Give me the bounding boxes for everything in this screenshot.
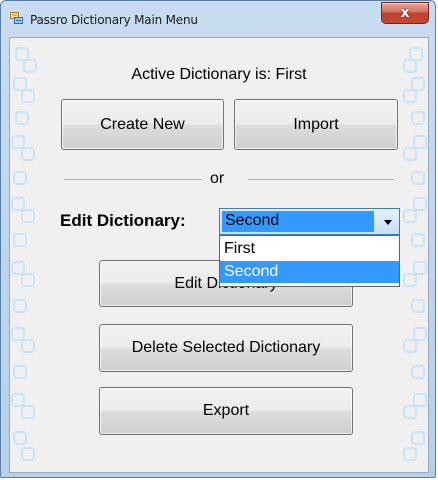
window-title: Passro Dictionary Main Menu [30,13,198,27]
chevron-down-icon[interactable] [384,220,392,225]
delete-selected-dictionary-button[interactable]: Delete Selected Dictionary [99,324,353,372]
active-dictionary-label: Active Dictionary is: First [131,66,307,83]
dictionary-select-value: Second [225,212,280,229]
dictionary-dropdown-list: First Second [219,235,400,287]
dropdown-option-first[interactable]: First [220,238,399,260]
create-new-button[interactable]: Create New [61,99,224,150]
main-menu-window: Passro Dictionary Main Menu x Active Dic… [0,0,436,478]
separator-right [248,179,394,180]
dictionary-select[interactable]: Second [219,208,400,235]
chain-decoration-right-icon [403,47,427,461]
app-icon [10,12,23,24]
edit-dictionary-label: Edit Dictionary: [60,211,186,230]
import-button[interactable]: Import [234,99,398,150]
chain-decoration-left-icon [11,47,37,461]
or-label: or [210,170,225,187]
title-bar[interactable]: Passro Dictionary Main Menu x [1,1,435,37]
client-area: Active Dictionary is: First Create New I… [9,37,429,473]
export-button[interactable]: Export [99,387,353,435]
separator-left [64,179,202,180]
dropdown-option-second[interactable]: Second [220,261,399,283]
close-button[interactable]: x [381,2,429,24]
close-icon: x [400,5,410,21]
